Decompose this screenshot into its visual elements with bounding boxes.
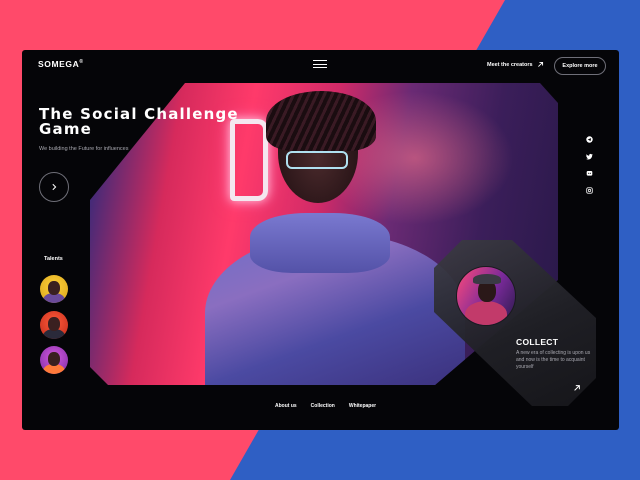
- talents-label: Talents: [44, 256, 63, 262]
- chevron-right-icon: [52, 183, 57, 191]
- footer-link-collection[interactable]: Collection: [311, 403, 335, 409]
- next-button[interactable]: [39, 172, 69, 202]
- hero-person-collar: [250, 213, 390, 273]
- meet-creators-label: Meet the creators: [487, 61, 533, 68]
- footer-link-whitepaper[interactable]: Whitepaper: [349, 403, 376, 409]
- talent-avatar-2[interactable]: [40, 311, 68, 339]
- telegram-icon[interactable]: [584, 134, 594, 144]
- arrow-up-right-icon: [574, 385, 580, 391]
- collect-arrow-button[interactable]: [573, 379, 581, 397]
- explore-more-button[interactable]: Explore more: [554, 57, 606, 75]
- page-title: The Social Challenge Game: [39, 105, 239, 138]
- collect-avatar[interactable]: [456, 266, 516, 326]
- arrow-up-right-icon: [537, 61, 543, 67]
- collect-description: A new era of collecting is upon us and n…: [516, 350, 591, 370]
- collect-card: [434, 240, 596, 406]
- twitter-icon[interactable]: [584, 151, 594, 161]
- social-links: [584, 134, 594, 202]
- hero-person-hair: [266, 91, 376, 151]
- footer-nav: About us Collection Whitepaper: [275, 403, 376, 409]
- meet-creators-link[interactable]: Meet the creators: [487, 61, 544, 68]
- footer-link-about[interactable]: About us: [275, 403, 297, 409]
- discord-icon[interactable]: [584, 168, 594, 178]
- page-subtitle: We building the Future for influences: [39, 146, 129, 152]
- talent-avatar-1[interactable]: [40, 275, 68, 303]
- collect-title: COLLECT: [516, 337, 559, 347]
- hamburger-icon[interactable]: [313, 60, 327, 69]
- landing-page-panel: SOMEGA® Meet the creators Explore more T…: [22, 50, 619, 430]
- talent-avatar-3[interactable]: [40, 346, 68, 374]
- brand-logo[interactable]: SOMEGA®: [38, 59, 84, 69]
- instagram-icon[interactable]: [584, 185, 594, 195]
- hero-person-glasses: [286, 151, 348, 169]
